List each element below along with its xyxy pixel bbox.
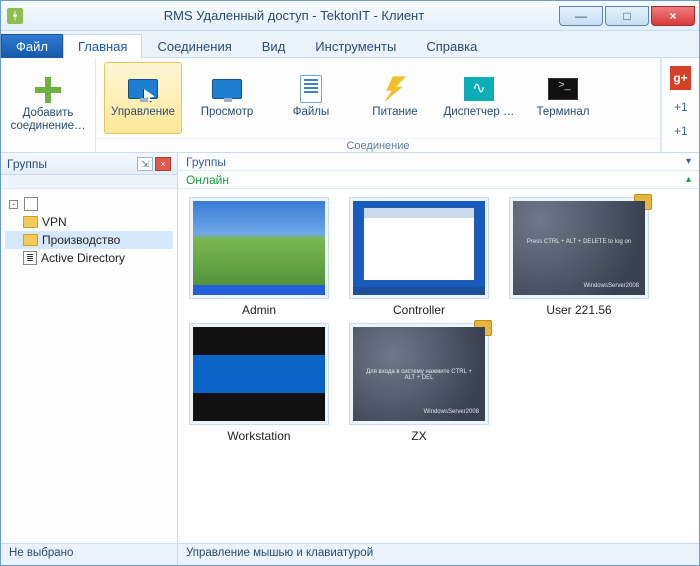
folder-icon xyxy=(23,234,38,246)
tab-main[interactable]: Главная xyxy=(63,34,142,58)
taskmanager-label: Диспетчер … xyxy=(444,106,515,119)
server-logo: WindowsServer2008 xyxy=(424,409,479,415)
connection-admin[interactable]: Admin xyxy=(184,197,334,317)
server-text: Для входа в систему нажмите CTRL + ALT +… xyxy=(361,369,477,381)
connection-zx[interactable]: Для входа в систему нажмите CTRL + ALT +… xyxy=(344,323,494,443)
plus-one-b[interactable]: +1 xyxy=(670,124,691,138)
tab-tools[interactable]: Инструменты xyxy=(300,34,411,58)
minimize-button[interactable]: — xyxy=(559,6,603,26)
statusbar: Не выбрано Управление мышью и клавиатуро… xyxy=(1,543,699,565)
content-area: Группы ▾ Онлайн ▴ Admin Controller xyxy=(178,153,699,543)
thumbnails: Admin Controller Press CTRL + ALT + DELE… xyxy=(178,189,699,543)
folder-icon xyxy=(23,216,38,228)
section-online-label: Онлайн xyxy=(186,173,229,187)
power-button[interactable]: Питание xyxy=(356,62,434,134)
document-icon xyxy=(300,75,322,103)
app-icon xyxy=(7,8,23,24)
view-label: Просмотр xyxy=(201,106,254,119)
ribbon-group-name: Соединение xyxy=(96,138,660,154)
thumb-label: Workstation xyxy=(227,425,290,443)
thumb-label: Admin xyxy=(242,299,276,317)
status-left: Не выбрано xyxy=(1,544,178,565)
tree-item-ad[interactable]: ≣ Active Directory xyxy=(5,249,173,267)
section-groups[interactable]: Группы ▾ xyxy=(178,153,699,171)
tree: - VPN Производство ≣ Active Directory xyxy=(1,189,177,543)
connection-controller[interactable]: Controller xyxy=(344,197,494,317)
window-title: RMS Удаленный доступ - TektonIT - Клиент xyxy=(29,8,559,23)
files-label: Файлы xyxy=(293,106,330,119)
tree-item-prod[interactable]: Производство xyxy=(5,231,173,249)
tree-twisty[interactable]: - xyxy=(9,200,18,209)
titlebar[interactable]: RMS Удаленный доступ - TektonIT - Клиент… xyxy=(1,1,699,31)
share-panel: g+ +1 +1 xyxy=(661,58,699,152)
files-button[interactable]: Файлы xyxy=(272,62,350,134)
terminal-label: Терминал xyxy=(537,106,590,119)
tree-item-vpn[interactable]: VPN xyxy=(5,213,173,231)
connection-user221[interactable]: Press CTRL + ALT + DELETE to log on Wind… xyxy=(504,197,654,317)
thumb-label: Controller xyxy=(393,299,445,317)
chevron-up-icon: ▴ xyxy=(686,174,691,185)
add-connection-label: Добавить соединение… xyxy=(11,107,86,133)
server-logo: WindowsServer2008 xyxy=(584,283,639,289)
tree-label-prod: Производство xyxy=(42,233,120,247)
screenshot-app xyxy=(353,201,485,295)
pulse-icon: ∿ xyxy=(464,77,494,101)
sidebar-toolbar xyxy=(1,175,177,189)
close-button[interactable]: × xyxy=(651,6,695,26)
sidebar-close-button[interactable]: × xyxy=(155,157,171,171)
monitor-cursor-icon xyxy=(128,79,158,99)
screenshot-server: Press CTRL + ALT + DELETE to log on Wind… xyxy=(513,201,645,295)
monitor-icon xyxy=(212,79,242,99)
manage-label: Управление xyxy=(111,106,175,119)
screenshot-xp xyxy=(193,201,325,295)
ribbon: Файл Главная Соединения Вид Инструменты … xyxy=(1,31,699,153)
google-plus-icon[interactable]: g+ xyxy=(670,66,691,90)
plus-one-a[interactable]: +1 xyxy=(670,100,691,114)
section-groups-label: Группы xyxy=(186,155,226,169)
connection-workstation[interactable]: Workstation xyxy=(184,323,334,443)
terminal-icon: >_ xyxy=(548,78,578,100)
bolt-icon xyxy=(384,76,406,102)
tree-root[interactable]: - xyxy=(5,195,173,213)
status-right: Управление мышью и клавиатурой xyxy=(178,544,699,565)
thumb-label: ZX xyxy=(411,425,426,443)
sidebar-title-text: Группы xyxy=(7,157,47,171)
thumb-label: User 221.56 xyxy=(546,299,611,317)
tree-label-ad: Active Directory xyxy=(41,251,125,265)
root-icon xyxy=(24,197,38,211)
taskmanager-button[interactable]: ∿ Диспетчер … xyxy=(440,62,518,134)
screenshot-ws xyxy=(193,327,325,421)
tab-file[interactable]: Файл xyxy=(1,34,63,58)
ribbon-tabs: Файл Главная Соединения Вид Инструменты … xyxy=(1,31,699,57)
tree-label-vpn: VPN xyxy=(42,215,67,229)
manage-button[interactable]: Управление xyxy=(104,62,182,134)
maximize-button[interactable]: □ xyxy=(605,6,649,26)
chevron-down-icon: ▾ xyxy=(686,156,691,167)
section-online[interactable]: Онлайн ▴ xyxy=(178,171,699,189)
server-text: Press CTRL + ALT + DELETE to log on xyxy=(521,239,637,245)
sidebar: Группы ⇲ × - VPN Производство xyxy=(1,153,178,543)
sidebar-pin-button[interactable]: ⇲ xyxy=(137,157,153,171)
app-window: RMS Удаленный доступ - TektonIT - Клиент… xyxy=(0,0,700,566)
tab-view[interactable]: Вид xyxy=(247,34,301,58)
directory-icon: ≣ xyxy=(23,251,37,265)
power-label: Питание xyxy=(372,106,417,119)
view-button[interactable]: Просмотр xyxy=(188,62,266,134)
tab-connections[interactable]: Соединения xyxy=(142,34,246,58)
sidebar-title: Группы ⇲ × xyxy=(1,153,177,175)
main-area: Группы ⇲ × - VPN Производство xyxy=(1,153,699,543)
terminal-button[interactable]: >_ Терминал xyxy=(524,62,602,134)
ribbon-body: Добавить соединение… Управление Просмотр xyxy=(1,57,699,152)
add-connection-button[interactable]: Добавить соединение… xyxy=(9,69,87,141)
plus-icon xyxy=(35,77,61,103)
screenshot-server: Для входа в систему нажмите CTRL + ALT +… xyxy=(353,327,485,421)
tab-help[interactable]: Справка xyxy=(411,34,492,58)
